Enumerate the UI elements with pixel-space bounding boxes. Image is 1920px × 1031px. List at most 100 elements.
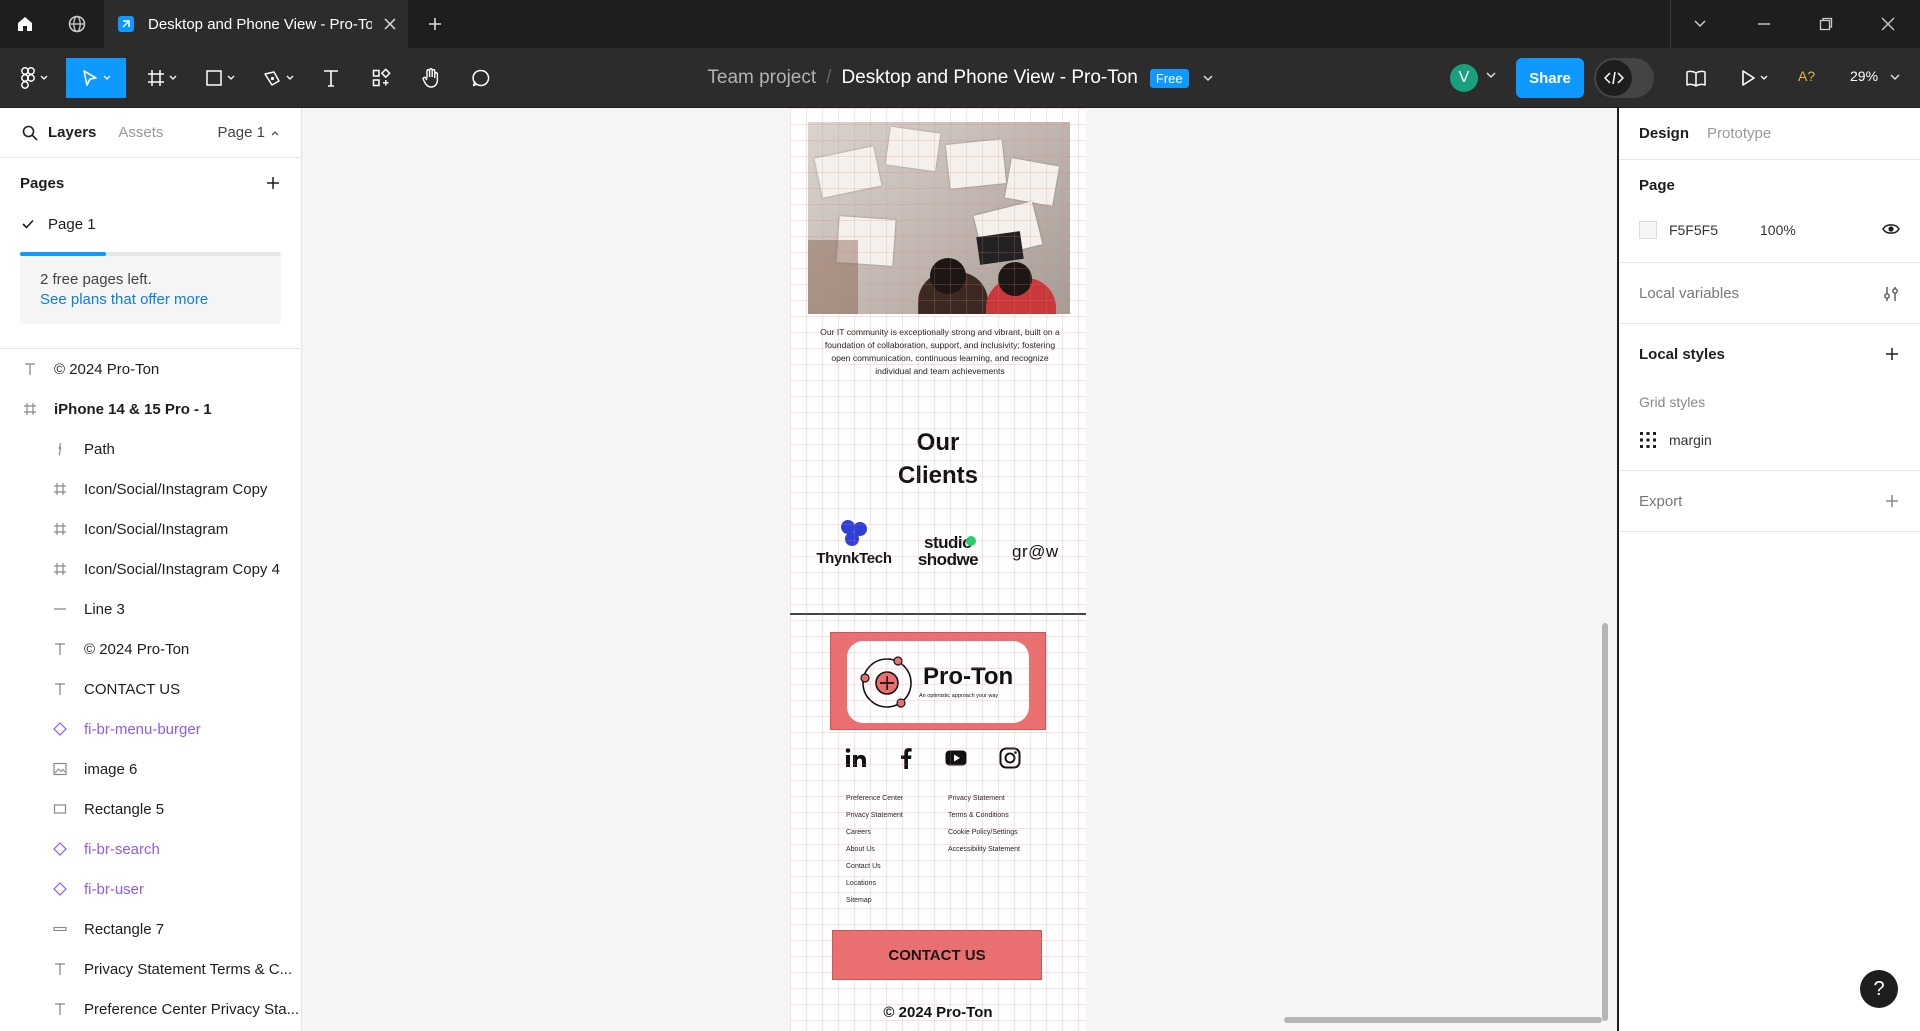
footer-link[interactable]: Preference Center	[846, 790, 903, 807]
comment-tool-icon[interactable]	[466, 58, 496, 98]
image-paper	[945, 139, 1007, 189]
thynktech-logo[interactable]: ThynkTech	[814, 518, 894, 567]
brand-banner[interactable]: Pro-Ton An optimistic approach your way	[830, 632, 1046, 730]
about-paragraph[interactable]: Our IT community is exceptionally strong…	[816, 326, 1064, 378]
text-tool-icon[interactable]	[316, 58, 346, 98]
layer-row[interactable]: Rectangle 7	[0, 909, 301, 949]
canvas-vertical-scrollbar[interactable]	[1602, 623, 1608, 1021]
help-button[interactable]: ?	[1860, 970, 1898, 1008]
tab-prototype[interactable]: Prototype	[1707, 125, 1771, 142]
figma-file-icon	[118, 16, 134, 32]
page-color-value[interactable]: F5F5F5	[1669, 222, 1718, 238]
chevron-down-icon[interactable]	[1682, 10, 1718, 38]
footer-link[interactable]: Privacy Statement	[846, 807, 903, 824]
globe-icon[interactable]	[62, 10, 92, 38]
tab-layers[interactable]: Layers	[48, 124, 96, 141]
eye-icon[interactable]	[1882, 222, 1900, 236]
home-icon[interactable]	[10, 10, 40, 38]
contact-us-button[interactable]: CONTACT US	[832, 930, 1042, 980]
plan-badge[interactable]: Free	[1149, 68, 1189, 88]
footer-link[interactable]: Careers	[846, 824, 903, 841]
share-button[interactable]: Share	[1516, 58, 1584, 98]
layer-row[interactable]: Privacy Statement Terms & C...	[0, 949, 301, 989]
footer-link[interactable]: Accessibility Statement	[948, 841, 1020, 858]
studio-shodwe-logo[interactable]: studio shodwe	[908, 534, 988, 568]
page-color-swatch[interactable]	[1639, 221, 1657, 239]
add-export-plus-icon[interactable]	[1884, 493, 1900, 509]
new-tab-plus-icon[interactable]	[420, 10, 450, 38]
page-item[interactable]: Page 1	[0, 208, 301, 240]
move-tool-button[interactable]	[66, 58, 126, 98]
copyright-text[interactable]: © 2024 Pro-Ton	[790, 1004, 1086, 1021]
footer-link[interactable]: Cookie Policy/Settings	[948, 824, 1020, 841]
iphone-frame[interactable]: Our IT community is exceptionally strong…	[790, 108, 1086, 1031]
tab-assets[interactable]: Assets	[118, 124, 163, 141]
add-page-plus-icon[interactable]	[265, 175, 281, 191]
linkedin-icon[interactable]	[842, 744, 870, 772]
restore-icon[interactable]	[1808, 10, 1844, 38]
footer-link[interactable]: Locations	[846, 875, 903, 892]
variables-settings-icon[interactable]	[1882, 285, 1900, 303]
page-selector[interactable]: Page 1	[217, 124, 279, 141]
youtube-icon[interactable]	[942, 744, 970, 772]
page-opacity-value[interactable]: 100%	[1760, 222, 1796, 238]
local-variables-section[interactable]: Local variables	[1619, 263, 1920, 324]
avatar[interactable]: V	[1450, 64, 1478, 92]
tab-desktop-and-phone-view[interactable]: Desktop and Phone View - Pro-Ton	[104, 0, 408, 48]
clients-heading[interactable]: Our Clients	[790, 426, 1086, 492]
hand-tool-icon[interactable]	[416, 58, 446, 98]
zoom-chevron-icon[interactable]	[1890, 74, 1900, 81]
instagram-icon[interactable]	[996, 744, 1024, 772]
window-close-icon[interactable]	[1870, 10, 1906, 38]
layer-row[interactable]: Line 3	[0, 589, 301, 629]
layer-row[interactable]: fi-br-user	[0, 869, 301, 909]
present-play-icon[interactable]	[1734, 58, 1774, 98]
file-menu-chevron-icon[interactable]	[1203, 74, 1213, 82]
layer-row[interactable]: Icon/Social/Instagram Copy	[0, 469, 301, 509]
footer-divider-line[interactable]	[790, 613, 1086, 615]
add-style-plus-icon[interactable]	[1884, 346, 1900, 362]
rectangle-tool-icon[interactable]	[198, 58, 242, 98]
file-name[interactable]: Desktop and Phone View - Pro-Ton	[841, 67, 1137, 89]
design-canvas[interactable]: Our IT community is exceptionally strong…	[302, 108, 1617, 1031]
breadcrumb-team-project[interactable]: Team project	[707, 67, 816, 89]
footer-link[interactable]: Contact Us	[846, 858, 903, 875]
layer-row[interactable]: © 2024 Pro-Ton	[0, 629, 301, 669]
local-variables-label[interactable]: Local variables	[1639, 263, 1900, 323]
see-plans-link[interactable]: See plans that offer more	[40, 290, 261, 310]
canvas-horizontal-scrollbar[interactable]	[1284, 1017, 1602, 1023]
layer-row[interactable]: Icon/Social/Instagram	[0, 509, 301, 549]
footer-link[interactable]: Terms & Conditions	[948, 807, 1020, 824]
layer-row[interactable]: Icon/Social/Instagram Copy 4	[0, 549, 301, 589]
footer-link[interactable]: Privacy Statement	[948, 790, 1020, 807]
footer-link[interactable]: About Us	[846, 841, 903, 858]
grid-style-item[interactable]: margin	[1639, 420, 1900, 460]
grow-logo[interactable]: gr@w	[1012, 542, 1059, 562]
missing-fonts-label[interactable]: A?	[1798, 68, 1815, 84]
layer-row[interactable]: fi-br-search	[0, 829, 301, 869]
tab-design[interactable]: Design	[1639, 125, 1689, 142]
resources-tool-icon[interactable]	[366, 58, 396, 98]
layer-row[interactable]: fi-br-menu-burger	[0, 709, 301, 749]
team-meeting-image[interactable]	[808, 122, 1070, 314]
pen-tool-icon[interactable]	[256, 58, 300, 98]
page-background-row[interactable]: F5F5F5 100%	[1639, 210, 1900, 250]
facebook-icon[interactable]	[892, 744, 920, 772]
layer-row[interactable]: Path	[0, 429, 301, 469]
footer-link[interactable]: Sitemap	[846, 892, 903, 909]
layer-row[interactable]: image 6	[0, 749, 301, 789]
layer-row[interactable]: iPhone 14 & 15 Pro - 1	[0, 389, 301, 429]
main-menu-figma-icon[interactable]	[14, 58, 54, 98]
search-icon[interactable]	[22, 125, 38, 141]
library-book-icon[interactable]	[1678, 58, 1714, 98]
avatar-chevron-icon[interactable]	[1486, 72, 1496, 79]
zoom-level[interactable]: 29%	[1850, 68, 1878, 84]
layer-row[interactable]: Preference Center Privacy Sta...	[0, 989, 301, 1029]
close-icon[interactable]	[380, 14, 400, 34]
dev-mode-toggle[interactable]	[1594, 58, 1654, 98]
layer-row[interactable]: CONTACT US	[0, 669, 301, 709]
frame-tool-icon[interactable]	[140, 58, 184, 98]
layer-row[interactable]: Rectangle 5	[0, 789, 301, 829]
layer-row[interactable]: © 2024 Pro-Ton	[0, 349, 301, 389]
minimize-icon[interactable]	[1746, 10, 1782, 38]
